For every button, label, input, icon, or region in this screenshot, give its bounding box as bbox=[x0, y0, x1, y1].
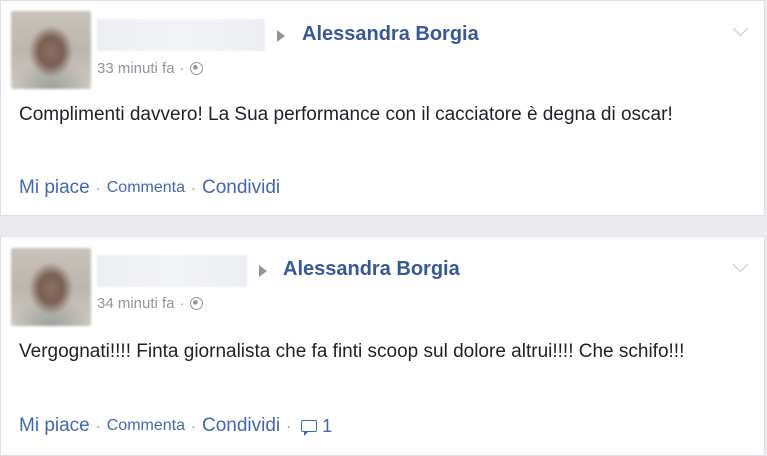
post-text: Complimenti davvero! La Sua performance … bbox=[19, 104, 673, 125]
comment-icon[interactable] bbox=[301, 420, 318, 436]
share-link[interactable]: Condividi bbox=[202, 177, 280, 199]
post-card: Alessandra Borgia 33 minuti fa · Complim… bbox=[0, 0, 765, 216]
action-separator: · bbox=[191, 179, 196, 197]
meta-separator: · bbox=[179, 295, 185, 312]
post-timestamp[interactable]: 33 minuti fa bbox=[97, 60, 175, 77]
author-name-blurred[interactable] bbox=[97, 255, 247, 287]
globe-icon[interactable] bbox=[189, 297, 203, 310]
comment-link[interactable]: Commenta bbox=[107, 179, 185, 197]
globe-icon[interactable] bbox=[189, 62, 203, 75]
post-meta: 34 minuti fa · bbox=[97, 295, 203, 312]
post-actions: Mi piace · Commenta · Condividi bbox=[19, 177, 280, 199]
post-text: Vergognati!!!! Finta giornalista che fa … bbox=[19, 341, 685, 362]
action-separator: · bbox=[191, 417, 196, 435]
author-avatar[interactable] bbox=[11, 248, 91, 326]
action-separator: · bbox=[286, 417, 292, 435]
like-link[interactable]: Mi piace bbox=[19, 415, 90, 437]
post-meta: 33 minuti fa · bbox=[97, 60, 203, 77]
author-avatar[interactable] bbox=[11, 11, 91, 89]
meta-separator: · bbox=[179, 60, 185, 77]
post-actions: Mi piace · Commenta · Condividi · 1 bbox=[19, 415, 332, 437]
action-separator: · bbox=[95, 417, 101, 435]
chevron-down-icon[interactable] bbox=[732, 20, 749, 37]
like-link[interactable]: Mi piace bbox=[19, 177, 90, 199]
arrow-right-icon bbox=[259, 265, 267, 277]
chevron-down-icon[interactable] bbox=[732, 256, 749, 273]
action-separator: · bbox=[95, 179, 101, 197]
target-profile-link[interactable]: Alessandra Borgia bbox=[283, 258, 460, 281]
comment-count[interactable]: 1 bbox=[322, 416, 332, 437]
author-name-blurred[interactable] bbox=[97, 19, 265, 51]
arrow-right-icon bbox=[277, 30, 285, 42]
share-link[interactable]: Condividi bbox=[202, 415, 280, 437]
post-card: Alessandra Borgia 34 minuti fa · Vergogn… bbox=[0, 236, 765, 456]
comment-link[interactable]: Commenta bbox=[107, 417, 185, 435]
post-timestamp[interactable]: 34 minuti fa bbox=[97, 295, 175, 312]
target-profile-link[interactable]: Alessandra Borgia bbox=[302, 23, 479, 46]
